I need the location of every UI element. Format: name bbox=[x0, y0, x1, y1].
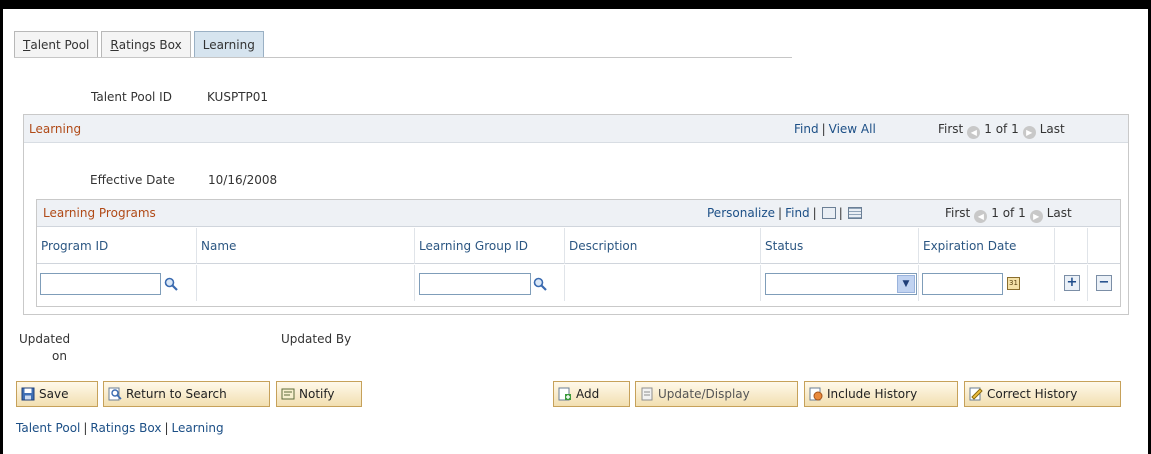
learning-programs-header: Learning Programs Personalize | Find | | Fir… bbox=[37, 200, 1120, 227]
last-label: Last bbox=[1039, 122, 1065, 136]
learning-programs-grid: Learning Programs Personalize | Find | | Fir… bbox=[36, 199, 1121, 307]
notify-label: Notify bbox=[299, 387, 335, 401]
correct-history-button[interactable]: Correct History bbox=[964, 381, 1121, 407]
effective-date-value: 10/16/2008 bbox=[208, 173, 278, 187]
table-row: ▼ 31 + − bbox=[37, 265, 1120, 301]
tab-learning[interactable]: Learning bbox=[193, 31, 264, 58]
find-link[interactable]: Find bbox=[794, 122, 819, 136]
footer-links: Talent Pool | Ratings Box | Learning bbox=[16, 421, 224, 435]
column-expiration-date: Expiration Date bbox=[919, 228, 1055, 264]
cell-learning-group-id bbox=[415, 265, 565, 301]
learning-programs-title: Learning Programs bbox=[43, 206, 156, 220]
download-icon[interactable] bbox=[847, 207, 862, 219]
cell-status: ▼ bbox=[761, 265, 919, 301]
correct-history-icon bbox=[969, 387, 983, 401]
cell-name bbox=[197, 265, 415, 301]
cell-add-row: + bbox=[1055, 265, 1088, 301]
cell-program-id bbox=[37, 265, 197, 301]
learning-grid-title: Learning bbox=[29, 122, 82, 136]
footer-link-talent-pool[interactable]: Talent Pool bbox=[16, 421, 80, 435]
status-select[interactable]: ▼ bbox=[765, 273, 917, 295]
update-display-label: Update/Display bbox=[658, 387, 750, 401]
updated-on-label-continued: on bbox=[52, 349, 67, 363]
last-label: Last bbox=[1046, 206, 1072, 220]
talent-pool-id-label: Talent Pool ID bbox=[91, 90, 172, 104]
notify-button[interactable]: Notify bbox=[276, 381, 362, 407]
include-history-label: Include History bbox=[827, 387, 918, 401]
delete-row-icon[interactable]: − bbox=[1096, 275, 1112, 291]
column-learning-group-id: Learning Group ID bbox=[415, 228, 565, 264]
page-tabs: Talent Pool Ratings Box Learning bbox=[14, 31, 267, 58]
cell-delete-row: − bbox=[1088, 265, 1120, 301]
first-label: First bbox=[938, 122, 964, 136]
talent-pool-id-value: KUSPTP01 bbox=[207, 90, 269, 104]
column-headers: Program ID Name Learning Group ID Descri… bbox=[37, 228, 1120, 264]
previous-arrow-icon[interactable]: ◀ bbox=[974, 210, 988, 223]
column-delete-row bbox=[1088, 228, 1120, 264]
tab-talent-pool[interactable]: Talent Pool bbox=[14, 31, 99, 57]
effective-date-label: Effective Date bbox=[90, 173, 175, 187]
view-all-link[interactable]: View All bbox=[829, 122, 876, 136]
return-to-search-label: Return to Search bbox=[126, 387, 227, 401]
learning-grid-pager: First ◀ 1 of 1 ▶ Last bbox=[938, 122, 1065, 139]
window-left-border bbox=[0, 0, 3, 454]
previous-arrow-icon[interactable]: ◀ bbox=[967, 126, 981, 139]
tab-label: alent Pool bbox=[30, 37, 90, 52]
program-id-input[interactable] bbox=[40, 273, 161, 295]
column-status: Status bbox=[761, 228, 919, 264]
save-button[interactable]: Save bbox=[16, 381, 98, 407]
column-name: Name bbox=[197, 228, 415, 264]
first-label: First bbox=[945, 206, 971, 220]
find-link[interactable]: Find bbox=[785, 206, 810, 220]
add-button[interactable]: Add bbox=[553, 381, 630, 407]
return-to-search-button[interactable]: Return to Search bbox=[103, 381, 270, 407]
footer-link-ratings-box[interactable]: Ratings Box bbox=[90, 421, 161, 435]
add-icon bbox=[558, 387, 571, 401]
next-arrow-icon[interactable]: ▶ bbox=[1022, 126, 1036, 139]
updated-by-label: Updated By bbox=[281, 332, 352, 346]
personalize-link[interactable]: Personalize bbox=[707, 206, 775, 220]
footer-link-learning[interactable]: Learning bbox=[172, 421, 224, 435]
tab-label: Learning bbox=[202, 38, 255, 52]
tab-accelerator: T bbox=[23, 37, 31, 52]
column-description: Description bbox=[565, 228, 761, 264]
learning-programs-pager: First ◀ 1 of 1 ▶ Last bbox=[945, 206, 1072, 223]
learning-grid-links: Find | View All bbox=[794, 122, 876, 136]
learning-grid-header: Learning Find | View All First ◀ 1 of 1 ▶ Last bbox=[24, 115, 1128, 143]
learning-grid: Learning Find | View All First ◀ 1 of 1 ▶ Last… bbox=[23, 114, 1129, 315]
column-program-id: Program ID bbox=[37, 228, 197, 264]
cell-expiration-date: 31 bbox=[919, 265, 1055, 301]
next-arrow-icon[interactable]: ▶ bbox=[1029, 210, 1043, 223]
row-count: 1 of 1 bbox=[984, 122, 1019, 136]
include-history-icon bbox=[809, 387, 823, 401]
learning-programs-links: Personalize | Find | | bbox=[707, 206, 862, 220]
window-top-border bbox=[0, 0, 1151, 9]
include-history-button[interactable]: Include History bbox=[804, 381, 958, 407]
add-row-icon[interactable]: + bbox=[1064, 275, 1080, 291]
calendar-icon[interactable]: 31 bbox=[1007, 277, 1020, 290]
update-display-button[interactable]: Update/Display bbox=[635, 381, 798, 407]
lookup-icon[interactable] bbox=[164, 277, 178, 291]
save-label: Save bbox=[39, 387, 69, 401]
tab-underline bbox=[14, 57, 792, 58]
update-display-icon bbox=[641, 387, 653, 401]
notify-icon bbox=[281, 388, 295, 400]
save-icon bbox=[21, 387, 35, 401]
return-to-search-icon bbox=[108, 387, 122, 401]
column-add-row bbox=[1055, 228, 1088, 264]
cell-description bbox=[565, 265, 761, 301]
tab-label: atings Box bbox=[118, 37, 182, 52]
lookup-icon[interactable] bbox=[533, 277, 547, 291]
view-all-icon[interactable] bbox=[821, 207, 836, 219]
expiration-date-input[interactable] bbox=[922, 273, 1003, 295]
tab-ratings-box[interactable]: Ratings Box bbox=[101, 31, 191, 57]
updated-on-label: Updated bbox=[19, 332, 71, 346]
chevron-down-icon[interactable]: ▼ bbox=[897, 275, 915, 293]
row-count: 1 of 1 bbox=[991, 206, 1026, 220]
add-label: Add bbox=[576, 387, 600, 401]
learning-group-id-input[interactable] bbox=[419, 273, 531, 295]
tab-accelerator: R bbox=[110, 37, 119, 52]
correct-history-label: Correct History bbox=[987, 387, 1078, 401]
